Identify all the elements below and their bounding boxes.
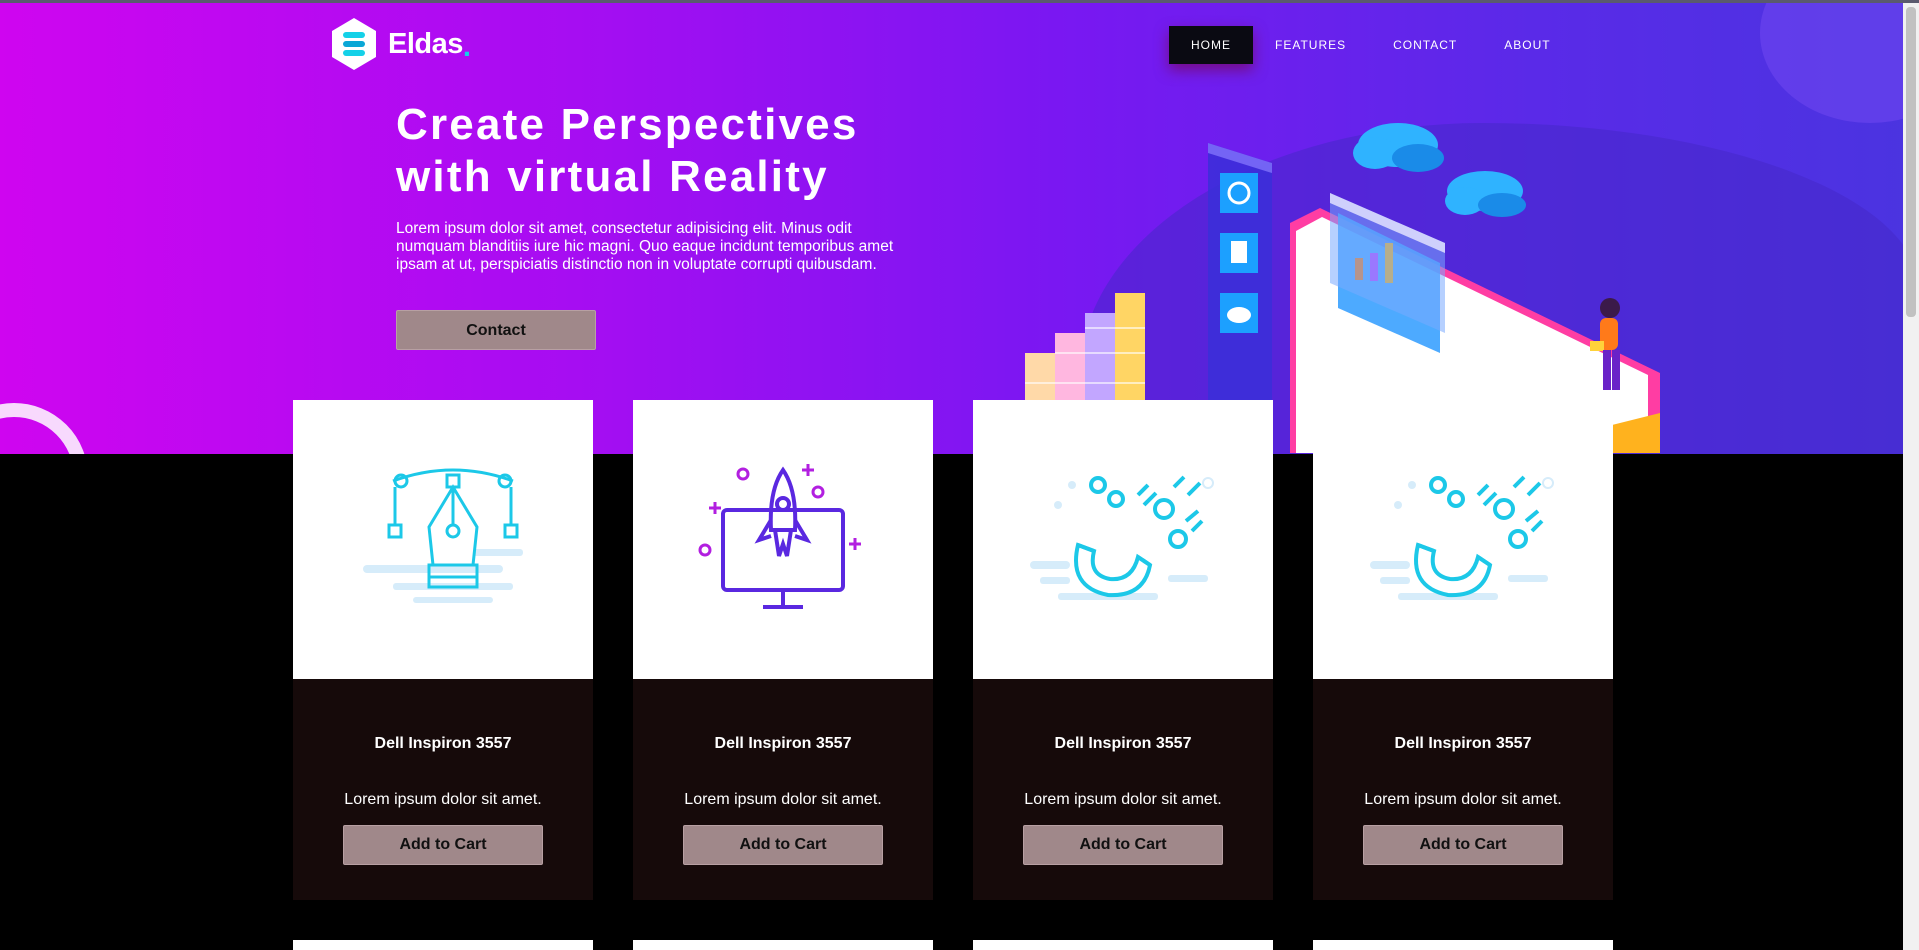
brand-dot: .: [462, 30, 471, 63]
card-body: Dell Inspiron 3557 Lorem ipsum dolor sit…: [293, 679, 593, 900]
hero-title: Create Perspectives with virtual Reality: [396, 99, 956, 203]
rocket-monitor-icon: [698, 463, 861, 609]
contact-button[interactable]: Contact: [396, 310, 596, 350]
cloud-icon: [1353, 123, 1444, 172]
brand-name: Eldas: [388, 27, 463, 60]
magnet-icon: [1030, 475, 1214, 600]
browser-top-border: [0, 0, 1919, 3]
card-body: Dell Inspiron 3557 Lorem ipsum dolor sit…: [973, 679, 1273, 900]
hero-title-line-1: Create Perspectives: [396, 100, 859, 149]
product-card: Dell Inspiron 3557 Lorem ipsum dolor sit…: [1313, 400, 1613, 900]
add-to-cart-button[interactable]: Add to Cart: [683, 825, 883, 865]
add-to-cart-button[interactable]: Add to Cart: [1023, 825, 1223, 865]
card-image: [1313, 400, 1613, 679]
add-to-cart-button[interactable]: Add to Cart: [1363, 825, 1563, 865]
hexagon-logo-icon: [332, 18, 376, 70]
hero-title-line-2: with virtual Reality: [396, 152, 829, 201]
nav-home[interactable]: HOME: [1169, 26, 1253, 64]
product-card: Dell Inspiron 3557 Lorem ipsum dolor sit…: [633, 400, 933, 900]
hero-decorative-arc: [0, 403, 88, 454]
nav-features[interactable]: FEATURES: [1253, 26, 1368, 64]
next-row-card-top: [973, 940, 1273, 950]
card-title: Dell Inspiron 3557: [374, 735, 512, 752]
card-body: Dell Inspiron 3557 Lorem ipsum dolor sit…: [1313, 679, 1613, 900]
product-card: Dell Inspiron 3557 Lorem ipsum dolor sit…: [293, 400, 593, 900]
page-scrollbar[interactable]: [1903, 3, 1919, 950]
brand-logo[interactable]: Eldas.: [330, 17, 471, 71]
card-description: Lorem ipsum dolor sit amet.: [1024, 791, 1222, 808]
card-title: Dell Inspiron 3557: [1054, 735, 1192, 752]
card-description: Lorem ipsum dolor sit amet.: [1364, 791, 1562, 808]
add-to-cart-button[interactable]: Add to Cart: [343, 825, 543, 865]
app-panel-icon: [1208, 143, 1272, 443]
hero-text: Lorem ipsum dolor sit amet, consectetur …: [396, 220, 894, 273]
pen-tool-icon: [363, 468, 523, 603]
card-title: Dell Inspiron 3557: [1394, 735, 1532, 752]
card-image: [633, 400, 933, 679]
main-nav: HOME FEATURES CONTACT ABOUT: [1169, 26, 1573, 64]
hero-background-shape: [1760, 3, 1919, 123]
hero-section: Eldas. HOME FEATURES CONTACT ABOUT Creat…: [0, 3, 1919, 454]
card-image: [973, 400, 1273, 679]
card-body: Dell Inspiron 3557 Lorem ipsum dolor sit…: [633, 679, 933, 900]
nav-about[interactable]: ABOUT: [1482, 26, 1572, 64]
card-description: Lorem ipsum dolor sit amet.: [344, 791, 542, 808]
cloud-icon: [1445, 171, 1526, 217]
nav-contact[interactable]: CONTACT: [1368, 26, 1482, 64]
card-title: Dell Inspiron 3557: [714, 735, 852, 752]
next-row-card-top: [293, 940, 593, 950]
card-description: Lorem ipsum dolor sit amet.: [684, 791, 882, 808]
next-row-card-top: [633, 940, 933, 950]
card-image: [293, 400, 593, 679]
magnet-icon: [1370, 475, 1554, 600]
scrollbar-thumb[interactable]: [1906, 7, 1916, 317]
product-card: Dell Inspiron 3557 Lorem ipsum dolor sit…: [973, 400, 1273, 900]
next-row-card-top: [1313, 940, 1613, 950]
